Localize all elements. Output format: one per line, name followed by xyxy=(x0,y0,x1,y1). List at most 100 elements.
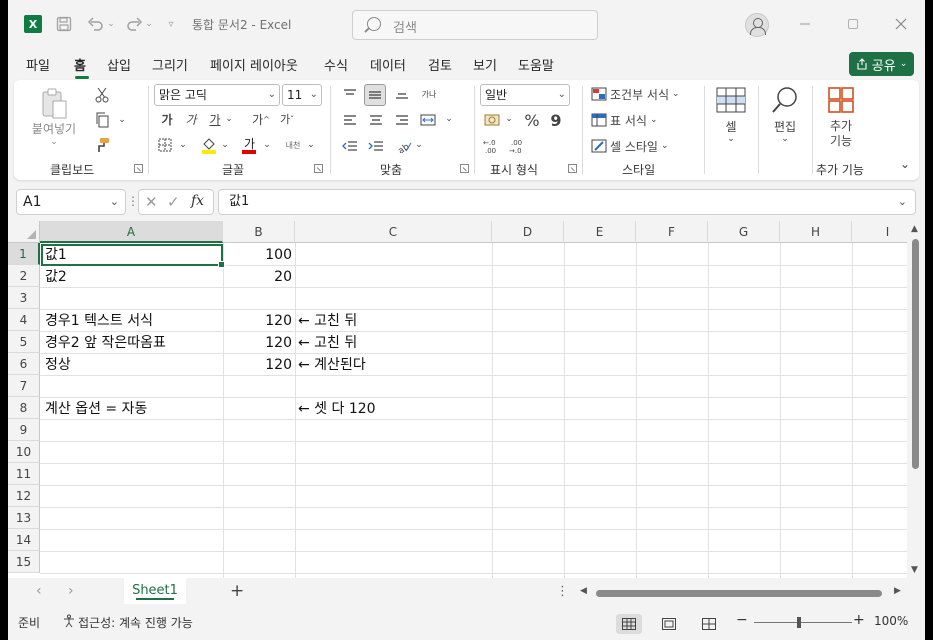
cells-icon[interactable] xyxy=(714,84,748,116)
format-painter-icon[interactable] xyxy=(92,136,112,154)
cell-a6[interactable]: 정상 xyxy=(42,354,222,376)
redo-icon[interactable] xyxy=(122,12,146,36)
borders-dropdown-icon[interactable]: ⌄ xyxy=(178,138,188,152)
row-header[interactable]: 6 xyxy=(8,353,40,375)
cell-c8[interactable]: ← 셋 다 120 xyxy=(295,398,491,420)
paste-label[interactable]: 붙여넣기 xyxy=(28,120,80,136)
orientation-icon[interactable]: ab xyxy=(394,136,414,156)
sheet-options-icon[interactable]: ⋮ xyxy=(556,584,569,599)
cut-icon[interactable] xyxy=(92,86,112,104)
merge-dropdown-icon[interactable]: ⌄ xyxy=(444,112,454,126)
grow-font-button[interactable]: 가 ^ xyxy=(250,110,272,128)
column-header-c[interactable]: C xyxy=(295,221,492,243)
zoom-in-button[interactable]: + xyxy=(853,612,865,628)
minimize-icon[interactable] xyxy=(790,10,820,38)
font-size-select[interactable]: 11 ⌄ xyxy=(282,84,322,106)
account-avatar-icon[interactable] xyxy=(745,13,769,37)
tab-draw[interactable]: 그리기 xyxy=(152,55,188,74)
add-sheet-button[interactable]: + xyxy=(230,581,244,601)
tab-home[interactable]: 홈 xyxy=(74,55,86,74)
row-header[interactable]: 7 xyxy=(8,375,40,397)
cancel-entry-icon[interactable]: ✕ xyxy=(145,193,158,211)
zoom-level[interactable]: 100% xyxy=(874,614,908,628)
cell-c5[interactable]: ← 고친 뒤 xyxy=(295,332,491,354)
tab-file[interactable]: 파일 xyxy=(26,55,50,74)
copy-dropdown-icon[interactable]: ⌄ xyxy=(116,113,128,127)
tab-data[interactable]: 데이터 xyxy=(370,55,406,74)
expand-formula-bar-icon[interactable]: ⌄ xyxy=(898,190,907,214)
insert-function-icon[interactable]: fx xyxy=(191,193,204,209)
decrease-decimal-icon[interactable]: .00 →.0 xyxy=(508,136,530,156)
cell-a5[interactable]: 경우2 앞 작은따옴표 xyxy=(42,332,222,354)
editing-dropdown-icon[interactable]: ⌄ xyxy=(778,132,792,146)
normal-view-icon[interactable] xyxy=(616,614,642,634)
row-header[interactable]: 13 xyxy=(8,507,40,529)
tab-formulas[interactable]: 수식 xyxy=(324,55,348,74)
cell-b4[interactable]: 120 xyxy=(223,310,295,332)
alignment-launcher-icon[interactable] xyxy=(460,164,469,173)
italic-button[interactable]: 가 xyxy=(182,110,200,128)
column-header-f[interactable]: F xyxy=(636,221,708,243)
customize-toolbar-icon[interactable]: ▿ xyxy=(164,12,178,36)
cell-a2[interactable]: 값2 xyxy=(42,266,222,288)
row-header[interactable]: 1 xyxy=(8,243,40,265)
tab-page-layout[interactable]: 페이지 레이아웃 xyxy=(210,55,298,74)
cell-c4[interactable]: ← 고친 뒤 xyxy=(295,310,491,332)
scroll-up-icon[interactable]: ▲ xyxy=(911,224,918,234)
percent-style-button[interactable]: % xyxy=(522,110,542,130)
page-break-view-icon[interactable] xyxy=(696,614,722,634)
increase-decimal-icon[interactable]: ←.0.00 xyxy=(482,136,504,156)
clipboard-launcher-icon[interactable] xyxy=(134,164,143,173)
row-header[interactable]: 8 xyxy=(8,397,40,419)
phonetic-dropdown-icon[interactable]: ⌄ xyxy=(306,138,316,152)
next-sheet-icon[interactable]: › xyxy=(68,583,74,599)
column-header-h[interactable]: H xyxy=(780,221,852,243)
horizontal-scrollbar[interactable]: ◀ ▶ xyxy=(578,586,908,600)
cell-b2[interactable]: 20 xyxy=(223,266,295,288)
cell-c6[interactable]: ← 계산된다 xyxy=(295,354,491,376)
sheet-tab-sheet1[interactable]: Sheet1 xyxy=(124,578,186,604)
row-header[interactable]: 15 xyxy=(8,551,40,573)
name-box[interactable]: A1 ⌄ xyxy=(16,189,126,215)
row-header[interactable]: 9 xyxy=(8,419,40,441)
confirm-entry-icon[interactable]: ✓ xyxy=(167,193,180,211)
editing-icon[interactable] xyxy=(768,84,802,116)
number-format-select[interactable]: 일반 ⌄ xyxy=(480,84,570,106)
phonetic-guide-button[interactable]: 내천 xyxy=(282,136,304,154)
align-right-icon[interactable] xyxy=(392,110,412,130)
cell-styles-button[interactable]: 셀 스타일 ⌄ xyxy=(610,138,690,154)
increase-indent-icon[interactable] xyxy=(366,136,386,156)
accessibility-icon[interactable] xyxy=(62,614,76,631)
paste-dropdown-icon[interactable]: ⌄ xyxy=(48,136,60,148)
orientation-dropdown-icon[interactable]: ⌄ xyxy=(414,138,424,152)
share-button[interactable]: 공유 ⌄ xyxy=(849,52,914,76)
cell-b1[interactable]: 100 xyxy=(223,244,295,266)
tab-review[interactable]: 검토 xyxy=(428,55,452,74)
comma-style-button[interactable]: 9 xyxy=(548,110,564,130)
zoom-slider-thumb[interactable] xyxy=(797,617,801,628)
scroll-right-icon[interactable]: ▶ xyxy=(894,586,901,596)
vertical-scroll-thumb[interactable] xyxy=(912,239,919,469)
borders-icon[interactable] xyxy=(156,136,174,154)
accounting-dropdown-icon[interactable]: ⌄ xyxy=(504,112,514,126)
redo-dropdown-icon[interactable]: ⌄ xyxy=(144,12,154,36)
font-launcher-icon[interactable] xyxy=(314,164,323,173)
copy-icon[interactable] xyxy=(92,111,112,129)
tab-view[interactable]: 보기 xyxy=(473,55,497,74)
row-header[interactable]: 12 xyxy=(8,485,40,507)
zoom-slider[interactable] xyxy=(754,622,852,623)
underline-dropdown-icon[interactable]: ⌄ xyxy=(224,112,234,126)
scroll-left-icon[interactable]: ◀ xyxy=(580,586,587,596)
prev-sheet-icon[interactable]: ‹ xyxy=(36,583,42,599)
column-header-b[interactable]: B xyxy=(223,221,295,243)
column-header-a[interactable]: A xyxy=(40,221,223,243)
tab-insert[interactable]: 삽입 xyxy=(107,55,131,74)
cell-a4[interactable]: 경우1 텍스트 서식 xyxy=(42,310,222,332)
conditional-formatting-button[interactable]: 조건부 서식 ⌄ xyxy=(610,86,690,102)
add-ins-button[interactable]: 추가 기능 xyxy=(820,118,862,150)
row-header[interactable]: 2 xyxy=(8,265,40,287)
cell-b5[interactable]: 120 xyxy=(223,332,295,354)
bold-button[interactable]: 가 xyxy=(158,110,176,128)
cell-b6[interactable]: 120 xyxy=(223,354,295,376)
column-header-g[interactable]: G xyxy=(708,221,780,243)
